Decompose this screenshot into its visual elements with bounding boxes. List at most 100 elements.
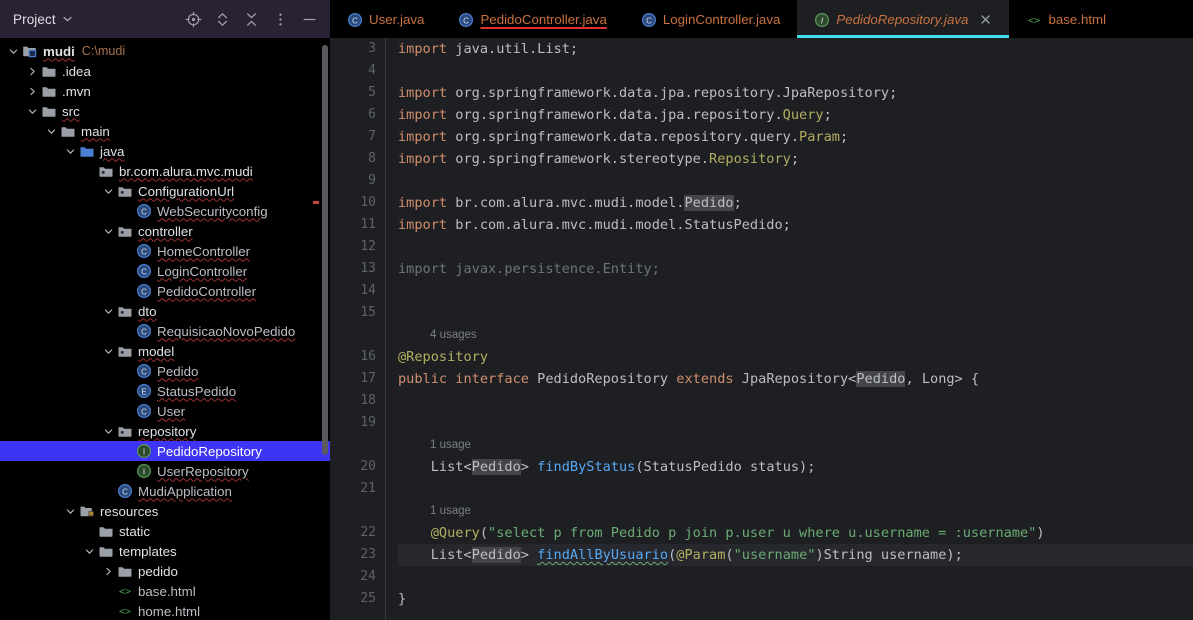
svg-text:<>: <> [119, 607, 131, 618]
tree-item-user[interactable]: C User [0, 401, 330, 421]
collapse-all-icon[interactable] [243, 11, 260, 28]
tree-item-base-html[interactable]: <> base.html [0, 581, 330, 601]
tree-item-userrepository[interactable]: I UserRepository [0, 461, 330, 481]
code-line-16[interactable]: @Repository [398, 346, 1193, 368]
code-content[interactable]: import java.util.List; import org.spring… [386, 38, 1193, 620]
tree-item-templates[interactable]: templates [0, 541, 330, 561]
code-line-8[interactable]: import org.springframework.stereotype.Re… [398, 148, 1193, 170]
sidebar-error-marker [313, 201, 319, 204]
editor-tab-logincontroller-java[interactable]: C LoginController.java [624, 0, 798, 38]
code-line-5[interactable]: import org.springframework.data.jpa.repo… [398, 82, 1193, 104]
tree-item-static[interactable]: static [0, 521, 330, 541]
code-line-4[interactable] [398, 60, 1193, 82]
tree-item-home-html[interactable]: <> home.html [0, 601, 330, 620]
chevron-down-icon[interactable] [65, 506, 76, 517]
code-line-3[interactable]: import java.util.List; [398, 38, 1193, 60]
chevron-right-icon[interactable] [103, 566, 114, 577]
tree-item-label: src [62, 103, 80, 119]
line-number: 13 [360, 261, 376, 276]
tree-item-websecurityconfig[interactable]: C WebSecurityconfig [0, 201, 330, 221]
code-line-25[interactable]: } [398, 588, 1193, 610]
tree-item-mudi[interactable]: mudi C:\mudi [0, 41, 330, 61]
code-viewport[interactable]: 3 4 5 6 7 8 9 10 11 12 13 14 15 16 17 18 19 20 21 22 23 24 25 … [330, 38, 1193, 620]
code-line-12[interactable] [398, 236, 1193, 258]
code-line-10[interactable]: import br.com.alura.mvc.mudi.model.Pedid… [398, 192, 1193, 214]
folder-icon [41, 103, 57, 119]
inlay-usage-hint[interactable]: 1 usage [398, 500, 1193, 522]
code-line-18[interactable] [398, 390, 1193, 412]
code-line-24[interactable] [398, 566, 1193, 588]
code-line-17[interactable]: public interface PedidoRepository extend… [398, 368, 1193, 390]
expand-collapse-icon[interactable] [214, 11, 231, 28]
inlay-usage-hint[interactable]: 1 usage [398, 434, 1193, 456]
editor-tab-pedidocontroller-java[interactable]: C PedidoController.java [441, 0, 623, 38]
tree-item-model[interactable]: model [0, 341, 330, 361]
minimize-icon[interactable] [301, 11, 318, 28]
tree-item-java[interactable]: java [0, 141, 330, 161]
folder-icon [98, 523, 114, 539]
code-line-22[interactable]: @Query("select p from Pedido p join p.us… [398, 522, 1193, 544]
code-line-9[interactable] [398, 170, 1193, 192]
tree-item-statuspedido[interactable]: E StatusPedido [0, 381, 330, 401]
tree-item-homecontroller[interactable]: C HomeController [0, 241, 330, 261]
code-line-19[interactable] [398, 412, 1193, 434]
code-line-15[interactable] [398, 302, 1193, 324]
line-number: 3 [368, 41, 376, 56]
chevron-down-icon[interactable] [84, 546, 95, 557]
editor-tab-user-java[interactable]: C User.java [330, 0, 441, 38]
chevron-down-icon[interactable] [65, 146, 76, 157]
chevron-down-icon[interactable] [27, 106, 38, 117]
tree-item-pedidocontroller[interactable]: C PedidoController [0, 281, 330, 301]
tree-item--idea[interactable]: .idea [0, 61, 330, 81]
editor-tab-pedidorepository-java[interactable]: I PedidoRepository.java [797, 0, 1010, 38]
tree-item-repository[interactable]: repository [0, 421, 330, 441]
chevron-right-icon[interactable] [27, 86, 38, 97]
tree-item--mvn[interactable]: .mvn [0, 81, 330, 101]
tree-item-pedidorepository[interactable]: I PedidoRepository [0, 441, 330, 461]
code-line-23[interactable]: List<Pedido> findAllByUsuario(@Param("us… [398, 544, 1193, 566]
tree-item-path: C:\mudi [81, 44, 126, 58]
chevron-down-icon[interactable] [63, 15, 72, 24]
editor-tab-base-html[interactable]: <> base.html [1009, 0, 1123, 38]
chevron-down-icon[interactable] [103, 226, 114, 237]
tree-item-br-com-alura-mvc-mudi[interactable]: br.com.alura.mvc.mudi [0, 161, 330, 181]
tree-item-src[interactable]: src [0, 101, 330, 121]
tree-item-controller[interactable]: controller [0, 221, 330, 241]
tree-item-label: PedidoController [157, 283, 257, 299]
project-tree[interactable]: mudi C:\mudi .idea .mvn src main java br.com.al… [0, 38, 330, 620]
more-options-icon[interactable] [272, 11, 289, 28]
code-line-11[interactable]: import br.com.alura.mvc.mudi.model.Statu… [398, 214, 1193, 236]
chevron-down-icon[interactable] [103, 426, 114, 437]
chevron-down-icon[interactable] [8, 46, 19, 57]
code-line-14[interactable] [398, 280, 1193, 302]
code-line-21[interactable] [398, 478, 1193, 500]
chevron-down-icon[interactable] [103, 306, 114, 317]
tree-item-main[interactable]: main [0, 121, 330, 141]
code-line-7[interactable]: import org.springframework.data.reposito… [398, 126, 1193, 148]
chevron-down-icon[interactable] [103, 346, 114, 357]
chevron-down-icon[interactable] [46, 126, 57, 137]
tree-item-pedido[interactable]: pedido [0, 561, 330, 581]
inlay-usage-hint[interactable]: 4 usages [398, 324, 1193, 346]
chevron-right-icon[interactable] [27, 66, 38, 77]
chevron-down-icon[interactable] [103, 186, 114, 197]
code-line-20[interactable]: List<Pedido> findByStatus(StatusPedido s… [398, 456, 1193, 478]
code-line-6[interactable]: import org.springframework.data.jpa.repo… [398, 104, 1193, 126]
editor-tab-bar[interactable]: C User.java C PedidoController.java C LoginCo… [330, 0, 1193, 38]
tree-item-pedido[interactable]: C Pedido [0, 361, 330, 381]
sidebar-scrollbar[interactable] [322, 45, 328, 455]
tree-item-resources[interactable]: resources [0, 501, 330, 521]
tree-item-mudiapplication[interactable]: C MudiApplication [0, 481, 330, 501]
tree-item-requisicaonovopedido[interactable]: C RequisicaoNovoPedido [0, 321, 330, 341]
tree-item-dto[interactable]: dto [0, 301, 330, 321]
close-icon[interactable] [979, 13, 992, 26]
editor-gutter[interactable]: 3 4 5 6 7 8 9 10 11 12 13 14 15 16 17 18 19 20 21 22 23 24 25 [330, 38, 386, 620]
class-icon: C [136, 283, 152, 299]
line-number: 19 [360, 415, 376, 430]
code-line-13[interactable]: import javax.persistence.Entity; [398, 258, 1193, 280]
tree-item-configurationurl[interactable]: ConfigurationUrl [0, 181, 330, 201]
tree-item-logincontroller[interactable]: C LoginController [0, 261, 330, 281]
locate-icon[interactable] [185, 11, 202, 28]
tree-item-label: model [138, 343, 175, 359]
project-panel-toolbar [185, 11, 322, 28]
